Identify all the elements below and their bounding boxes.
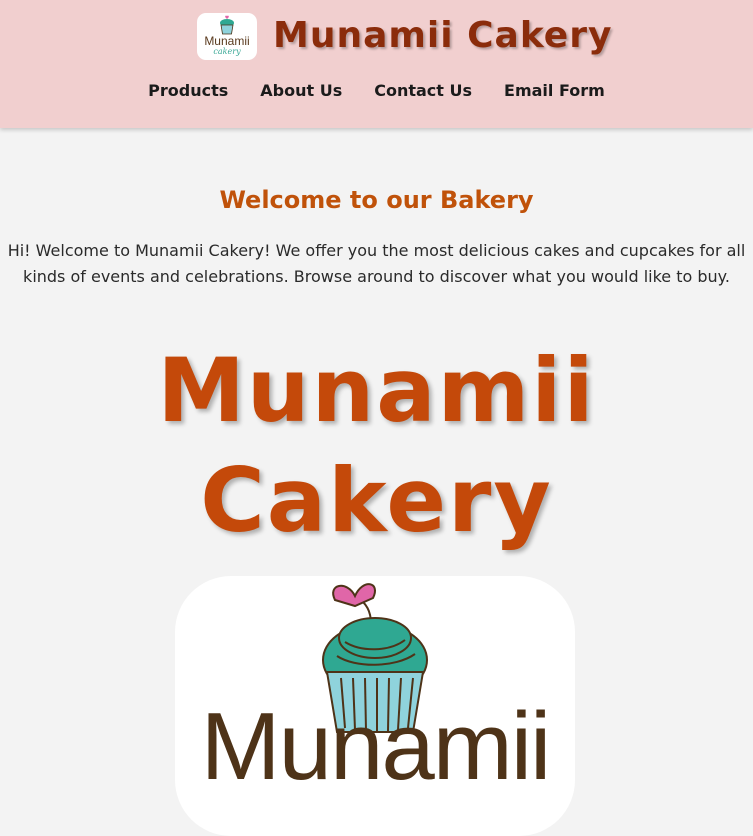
site-title[interactable]: Munamii Cakery [273,11,612,61]
intro-text: Hi! Welcome to Munamii Cakery! We offer … [7,241,746,286]
hero-title: Munamii Cakery [157,339,596,552]
nav-products[interactable]: Products [132,79,244,103]
logo-word: Munamii [204,33,250,48]
brand[interactable]: Munamii cakery Munamii Cakery [197,11,612,61]
welcome-heading: Welcome to our Bakery [219,186,534,214]
hero-logo: Munamii [175,576,575,836]
site-header: Munamii cakery Munamii Cakery Products A… [0,0,753,128]
cupcake-icon [220,15,234,34]
site-logo[interactable]: Munamii cakery [197,12,257,60]
nav-contact-us[interactable]: Contact Us [358,79,488,103]
main-nav: Products About Us Contact Us Email Form [0,79,753,103]
nav-about-us[interactable]: About Us [244,79,358,103]
logo-sub: cakery [213,46,241,56]
nav-email-form[interactable]: Email Form [488,79,621,103]
